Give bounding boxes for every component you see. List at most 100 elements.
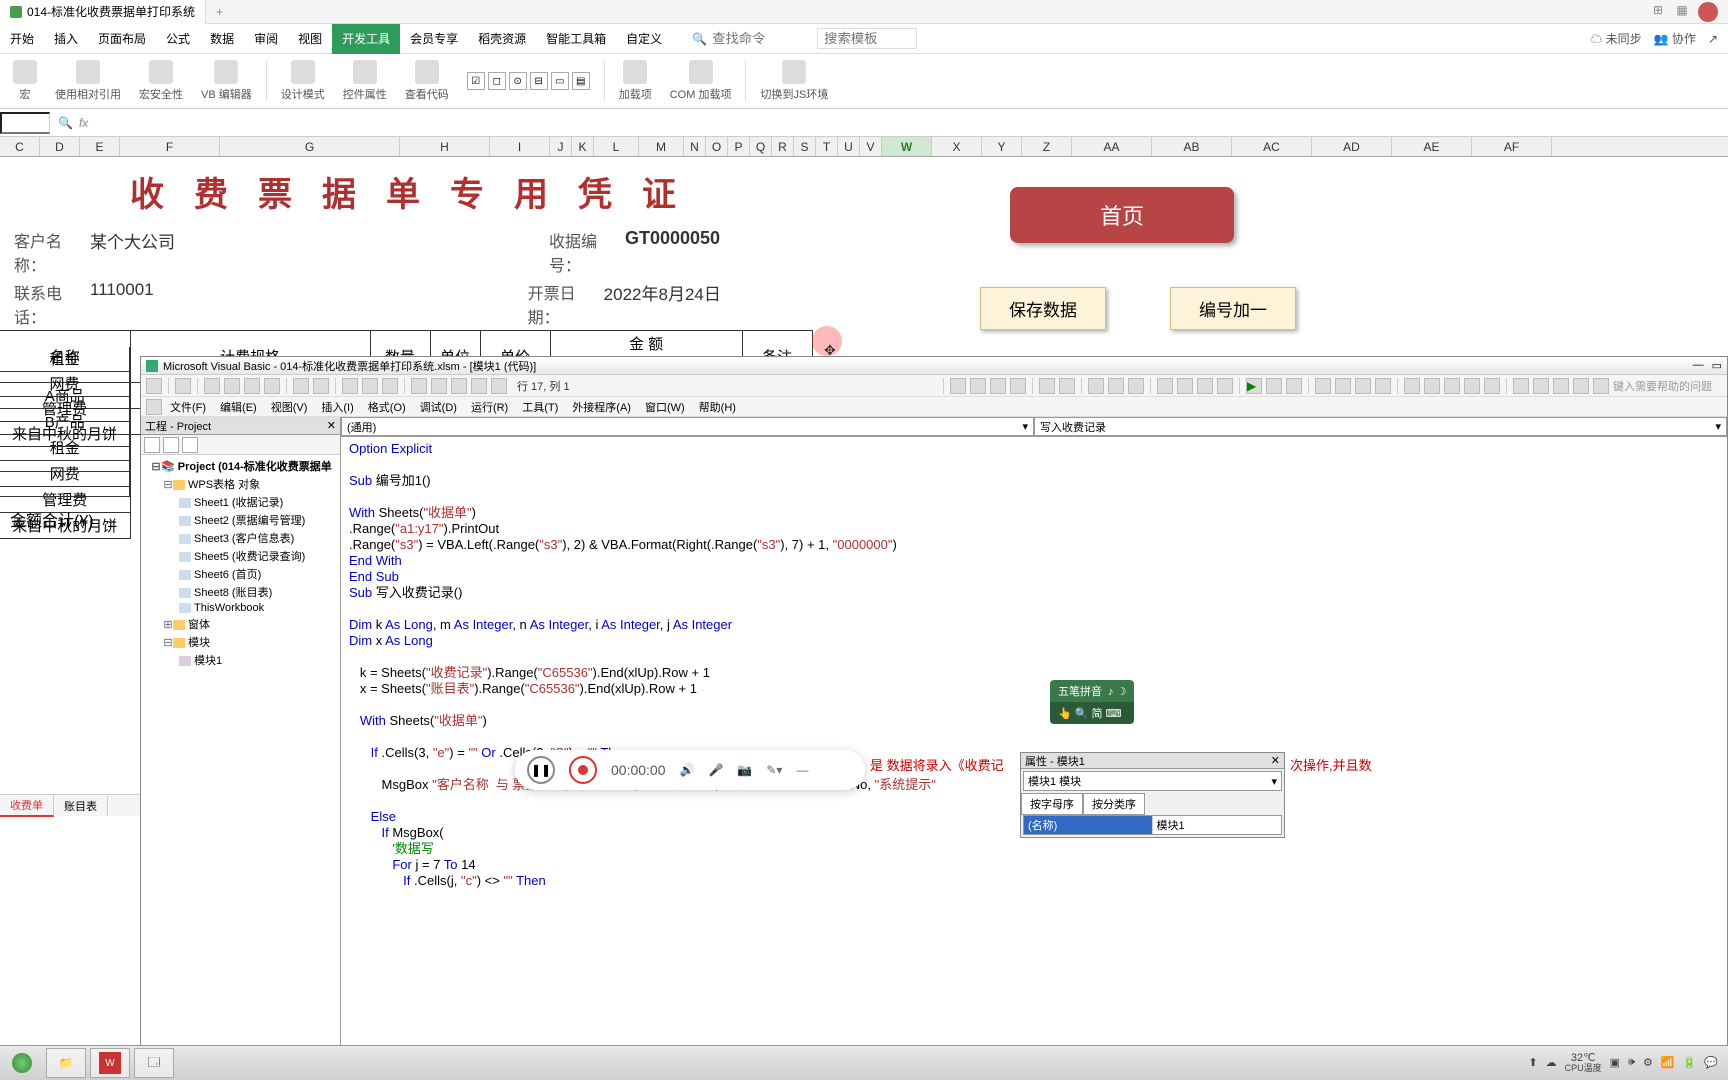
ribbon-tab-2[interactable]: 页面布局: [88, 24, 156, 54]
collab-button[interactable]: 👥 协作: [1654, 30, 1696, 47]
col-header-F[interactable]: F: [120, 137, 220, 156]
props-tab-alpha[interactable]: 按字母序: [1021, 793, 1083, 815]
outdent-icon[interactable]: [1059, 378, 1075, 394]
tool-properties[interactable]: 控件属性: [335, 56, 395, 106]
col-header-D[interactable]: D: [40, 137, 80, 156]
ime-indicator[interactable]: 五笔拼音♪ ☽ 👆 🔍 简 ⌨: [1050, 680, 1134, 724]
taskbar-explorer[interactable]: 📁: [46, 1048, 86, 1078]
col-header-Y[interactable]: Y: [982, 137, 1022, 156]
tb-icon[interactable]: [1335, 378, 1351, 394]
tb-icon[interactable]: [1424, 378, 1440, 394]
tb-icon[interactable]: [1088, 378, 1104, 394]
tray-icon[interactable]: 💬: [1704, 1056, 1718, 1069]
col-header-R[interactable]: R: [772, 137, 794, 156]
tool-design-mode[interactable]: 设计模式: [273, 56, 333, 106]
tool-macro-security[interactable]: 宏安全性: [131, 56, 191, 106]
col-header-AB[interactable]: AB: [1152, 137, 1232, 156]
tb-icon[interactable]: [970, 378, 986, 394]
copy-icon[interactable]: [224, 378, 240, 394]
fx-label[interactable]: fx: [79, 116, 88, 130]
col-header-AF[interactable]: AF: [1472, 137, 1552, 156]
project-header[interactable]: 工程 - Project✕: [141, 417, 340, 435]
object-combo[interactable]: 模块1 模块▾: [1023, 771, 1282, 791]
grid-icon[interactable]: ▦: [1674, 2, 1690, 18]
tb-icon[interactable]: [1404, 378, 1420, 394]
col-header-T[interactable]: T: [816, 137, 838, 156]
recording-toolbar[interactable]: ❚❚ 00:00:00 🔊 🎤 📷 ✎▾ —: [515, 750, 865, 790]
col-header-H[interactable]: H: [400, 137, 490, 156]
tb-icon[interactable]: [1010, 378, 1026, 394]
tool-addins[interactable]: 加载项: [611, 56, 660, 106]
add-tab-button[interactable]: +: [206, 5, 233, 19]
save-icon[interactable]: [175, 378, 191, 394]
col-header-C[interactable]: C: [0, 137, 40, 156]
tb-icon[interactable]: [1128, 378, 1144, 394]
vba-tb-icon[interactable]: [146, 378, 162, 394]
sheet-tab-accounts[interactable]: 账目表: [54, 796, 108, 816]
col-header-AC[interactable]: AC: [1232, 137, 1312, 156]
tb-icon[interactable]: [1217, 378, 1233, 394]
browser-icon[interactable]: [471, 378, 487, 394]
command-search[interactable]: 🔍: [692, 28, 917, 49]
vba-menu-file[interactable]: 文件(F): [164, 399, 212, 415]
tray-icon[interactable]: ⚙: [1643, 1056, 1653, 1069]
document-tab[interactable]: 014-标准化收费票据单打印系统: [0, 0, 206, 24]
tb-icon[interactable]: [1355, 378, 1371, 394]
col-header-O[interactable]: O: [706, 137, 728, 156]
vba-menu-run[interactable]: 运行(R): [465, 399, 514, 415]
col-header-N[interactable]: N: [684, 137, 706, 156]
tray-icon[interactable]: 📶: [1661, 1056, 1675, 1069]
props-icon[interactable]: [451, 378, 467, 394]
ribbon-tab-4[interactable]: 数据: [200, 24, 244, 54]
minimize-icon[interactable]: —: [1693, 359, 1704, 372]
tray-icon[interactable]: ▣: [1610, 1056, 1620, 1069]
run-icon[interactable]: [342, 378, 358, 394]
procedure-selector[interactable]: 写入收费记录▾: [1034, 417, 1727, 436]
ribbon-tab-0[interactable]: 开始: [0, 24, 44, 54]
close-icon[interactable]: ✕: [1271, 754, 1280, 767]
phone-value[interactable]: 1110001: [90, 280, 154, 328]
tray-icon[interactable]: ☁: [1546, 1056, 1557, 1069]
minimize-icon[interactable]: —: [796, 763, 808, 777]
col-header-AA[interactable]: AA: [1072, 137, 1152, 156]
sync-status[interactable]: ☁ 未同步: [1590, 30, 1641, 47]
tool-vb-editor[interactable]: VB 编辑器: [193, 56, 260, 106]
properties-window[interactable]: 属性 - 模块1✕ 模块1 模块▾ 按字母序 按分类序 (名称) 模块1: [1020, 752, 1285, 838]
vba-menu-view[interactable]: 视图(V): [265, 399, 314, 415]
vba-menu-format[interactable]: 格式(O): [362, 399, 412, 415]
reset-icon[interactable]: [382, 378, 398, 394]
col-header-Q[interactable]: Q: [750, 137, 772, 156]
col-header-L[interactable]: L: [594, 137, 639, 156]
toolbox-icon[interactable]: [491, 378, 507, 394]
tb-icon[interactable]: [1177, 378, 1193, 394]
layout-icon[interactable]: ⊞: [1650, 2, 1666, 18]
vba-menu-help[interactable]: 帮助(H): [693, 399, 742, 415]
break-icon[interactable]: [362, 378, 378, 394]
tb-icon[interactable]: [1375, 378, 1391, 394]
tray-icon[interactable]: ⬆: [1528, 1056, 1537, 1069]
tb-icon[interactable]: [1573, 378, 1589, 394]
view-code-icon[interactable]: [144, 437, 160, 453]
stop-button[interactable]: [569, 756, 597, 784]
ribbon-tab-10[interactable]: 智能工具箱: [536, 24, 616, 54]
vba-menu-insert[interactable]: 插入(I): [315, 399, 359, 415]
redo-icon[interactable]: [313, 378, 329, 394]
taskbar-app[interactable]: 🗔: [134, 1048, 174, 1078]
find-icon[interactable]: [264, 378, 280, 394]
col-header-AD[interactable]: AD: [1312, 137, 1392, 156]
command-search-input[interactable]: [712, 31, 812, 46]
col-header-S[interactable]: S: [794, 137, 816, 156]
tool-js-env[interactable]: 切换到JS环境: [752, 56, 836, 106]
vba-menu-debug[interactable]: 调试(D): [414, 399, 463, 415]
ribbon-tab-9[interactable]: 稻壳资源: [468, 24, 536, 54]
tb-icon[interactable]: [950, 378, 966, 394]
tool-com-addins[interactable]: COM 加载项: [662, 56, 740, 106]
formula-input[interactable]: [94, 115, 271, 130]
taskbar-wps[interactable]: W: [90, 1048, 130, 1078]
tool-macro[interactable]: 宏: [5, 56, 45, 106]
col-header-P[interactable]: P: [728, 137, 750, 156]
start-button[interactable]: [2, 1048, 42, 1078]
undo-icon[interactable]: [293, 378, 309, 394]
col-header-I[interactable]: I: [490, 137, 550, 156]
tray-icon[interactable]: 🔋: [1683, 1056, 1697, 1069]
